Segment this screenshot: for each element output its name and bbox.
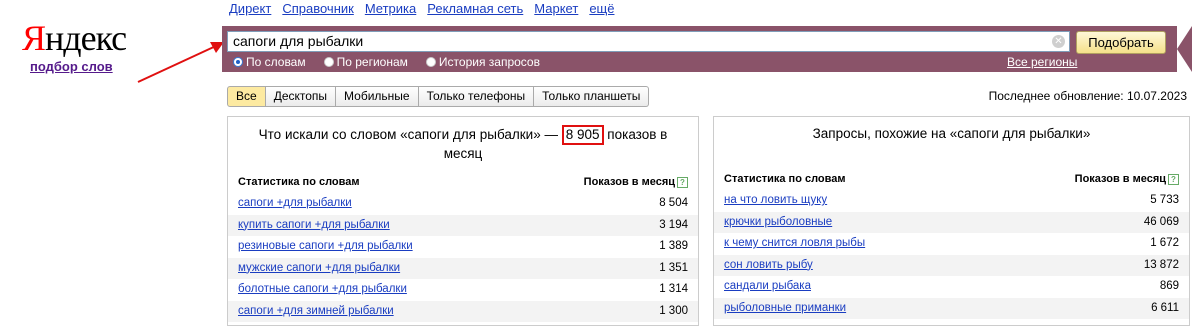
mode-by-regions[interactable]: По регионам bbox=[323, 55, 408, 69]
impressions-count: 3 194 bbox=[659, 218, 688, 231]
search-band-tail bbox=[1177, 26, 1192, 72]
nav-market[interactable]: Маркет bbox=[534, 1, 578, 16]
similar-queries-panel: Запросы, похожие на «сапоги для рыбалки»… bbox=[713, 116, 1190, 326]
nav-more[interactable]: ещё bbox=[589, 1, 614, 16]
help-icon[interactable]: ? bbox=[677, 177, 688, 188]
word-stats-panel: Что искали со словом «сапоги для рыбалки… bbox=[227, 116, 699, 326]
impressions-count: 6 611 bbox=[1151, 301, 1179, 314]
clear-icon[interactable]: ✕ bbox=[1052, 35, 1065, 48]
similar-queries-rows: на что ловить щуку 5 733 крючки рыболовны… bbox=[714, 190, 1189, 319]
phrase-link[interactable]: мужские сапоги +для рыбалки bbox=[238, 258, 400, 280]
impressions-count: 869 bbox=[1159, 280, 1179, 292]
services-nav: Директ Справочник Метрика Рекламная сеть… bbox=[229, 1, 614, 16]
phrase-link[interactable]: на что ловить щуку bbox=[724, 190, 827, 212]
phrase-link[interactable]: сандали рыбака bbox=[724, 276, 811, 298]
nav-ad-network[interactable]: Рекламная сеть bbox=[427, 1, 523, 16]
phrase-link[interactable]: болотные сапоги +для рыбалки bbox=[238, 279, 407, 301]
phrase-link[interactable]: сапоги +для зимней рыбалки bbox=[238, 301, 394, 323]
nav-direct[interactable]: Директ bbox=[229, 1, 271, 16]
table-row: резиновые сапоги +для рыбалки 1 389 bbox=[228, 236, 698, 258]
tab-all[interactable]: Все bbox=[227, 86, 266, 107]
table-row: сон ловить рыбу 13 872 bbox=[714, 254, 1189, 277]
tab-desktops[interactable]: Десктопы bbox=[265, 86, 337, 107]
annotation-arrow-icon bbox=[137, 42, 224, 83]
phrase-link[interactable]: сапоги +для рыбалки bbox=[238, 193, 352, 215]
search-mode-group: По словам По регионам История запросов bbox=[233, 55, 540, 69]
help-icon[interactable]: ? bbox=[1168, 174, 1179, 185]
panel-title: Что искали со словом «сапоги для рыбалки… bbox=[258, 125, 668, 161]
radio-icon[interactable] bbox=[323, 57, 334, 67]
impressions-count: 8 504 bbox=[659, 197, 688, 209]
impressions-count: 1 351 bbox=[659, 261, 688, 274]
find-button[interactable]: Подобрать bbox=[1076, 31, 1166, 54]
table-header: Статистика по словам Показов в месяц? bbox=[228, 176, 698, 189]
table-row: крючки рыболовные 46 069 bbox=[714, 211, 1189, 234]
mode-by-words[interactable]: По словам bbox=[233, 55, 306, 69]
table-row: на что ловить щуку 5 733 bbox=[714, 190, 1189, 212]
table-row: сапоги +для рыбалки 8 504 bbox=[228, 193, 698, 215]
table-row: рыболовные приманки 6 611 bbox=[714, 297, 1189, 320]
wordstat-link[interactable]: подбор слов bbox=[30, 59, 113, 74]
search-input[interactable]: сапоги для рыбалки ✕ bbox=[227, 31, 1070, 52]
impressions-count: 1 672 bbox=[1150, 237, 1179, 249]
phrase-link[interactable]: купить сапоги +для рыбалки bbox=[238, 215, 390, 237]
yandex-logo[interactable]: Яндекс bbox=[22, 18, 127, 58]
tab-mobile[interactable]: Мобильные bbox=[336, 86, 419, 107]
table-row: болотные сапоги +для рыбалки 1 314 bbox=[228, 279, 698, 301]
all-regions-link[interactable]: Все регионы bbox=[1007, 55, 1077, 69]
impressions-count: 13 872 bbox=[1143, 258, 1179, 271]
nav-metrika[interactable]: Метрика bbox=[365, 1, 416, 16]
phrase-link[interactable]: сон ловить рыбу bbox=[724, 255, 813, 277]
table-row: к чему снится ловля рыбы 1 672 bbox=[714, 233, 1189, 255]
nav-reference[interactable]: Справочник bbox=[282, 1, 354, 16]
radio-icon[interactable] bbox=[425, 57, 436, 67]
device-tabs: Все Десктопы Мобильные Только телефоны Т… bbox=[227, 86, 650, 107]
mode-history[interactable]: История запросов bbox=[425, 55, 540, 69]
last-updated: Последнее обновление: 10.07.2023 bbox=[988, 89, 1187, 103]
phrase-link[interactable]: крючки рыболовные bbox=[724, 212, 832, 234]
table-row: сандали рыбака 869 bbox=[714, 276, 1189, 298]
radio-selected-icon[interactable] bbox=[233, 57, 243, 67]
table-row: мужские сапоги +для рыбалки 1 351 bbox=[228, 257, 698, 280]
tab-phones[interactable]: Только телефоны bbox=[418, 86, 535, 107]
impressions-count: 5 733 bbox=[1150, 194, 1179, 206]
phrase-link[interactable]: рыболовные приманки bbox=[724, 298, 846, 320]
search-input-value: сапоги для рыбалки bbox=[233, 33, 364, 49]
impressions-count: 46 069 bbox=[1143, 215, 1179, 228]
table-row: сапоги +для зимней рыбалки 1 300 bbox=[228, 300, 698, 323]
panel-title: Запросы, похожие на «сапоги для рыбалки» bbox=[812, 126, 1091, 141]
impressions-count: 1 314 bbox=[659, 283, 688, 295]
impressions-count: 1 389 bbox=[659, 240, 688, 252]
word-stats-rows: сапоги +для рыбалки 8 504 купить сапоги +… bbox=[228, 193, 698, 322]
tab-tablets[interactable]: Только планшеты bbox=[534, 86, 650, 107]
impressions-count: 1 300 bbox=[659, 304, 688, 317]
phrase-link[interactable]: к чему снится ловля рыбы bbox=[724, 233, 865, 255]
total-impressions: 8 905 bbox=[561, 125, 604, 145]
table-row: купить сапоги +для рыбалки 3 194 bbox=[228, 214, 698, 237]
table-header: Статистика по словам Показов в месяц? bbox=[714, 173, 1189, 186]
phrase-link[interactable]: резиновые сапоги +для рыбалки bbox=[238, 236, 413, 258]
